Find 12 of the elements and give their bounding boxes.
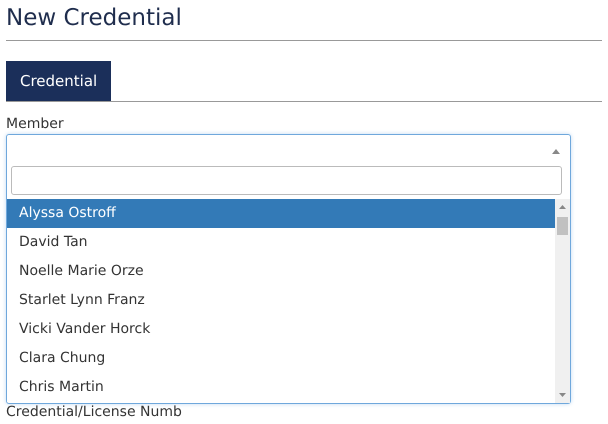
dropdown-option[interactable]: Alyssa Ostroff <box>7 199 555 228</box>
tab[interactable]: Credential <box>6 61 112 101</box>
scrollbar[interactable] <box>555 199 570 403</box>
field-label: Member <box>6 116 65 134</box>
search-field[interactable] <box>11 166 562 195</box>
scroll-down-icon[interactable] <box>559 393 566 397</box>
field-label: Credential/License Numb <box>6 404 183 420</box>
member-select[interactable]: Alyssa Ostroff David Tan Noelle Marie Orze Starlet Lynn Franz Vicki Vander Horck Clara Chung Chris Martin <box>6 134 571 404</box>
scroll-thumb[interactable] <box>557 217 568 235</box>
scroll-up-icon[interactable] <box>559 205 566 209</box>
page-title: New Credential <box>6 0 602 41</box>
caret-icon <box>552 149 560 154</box>
